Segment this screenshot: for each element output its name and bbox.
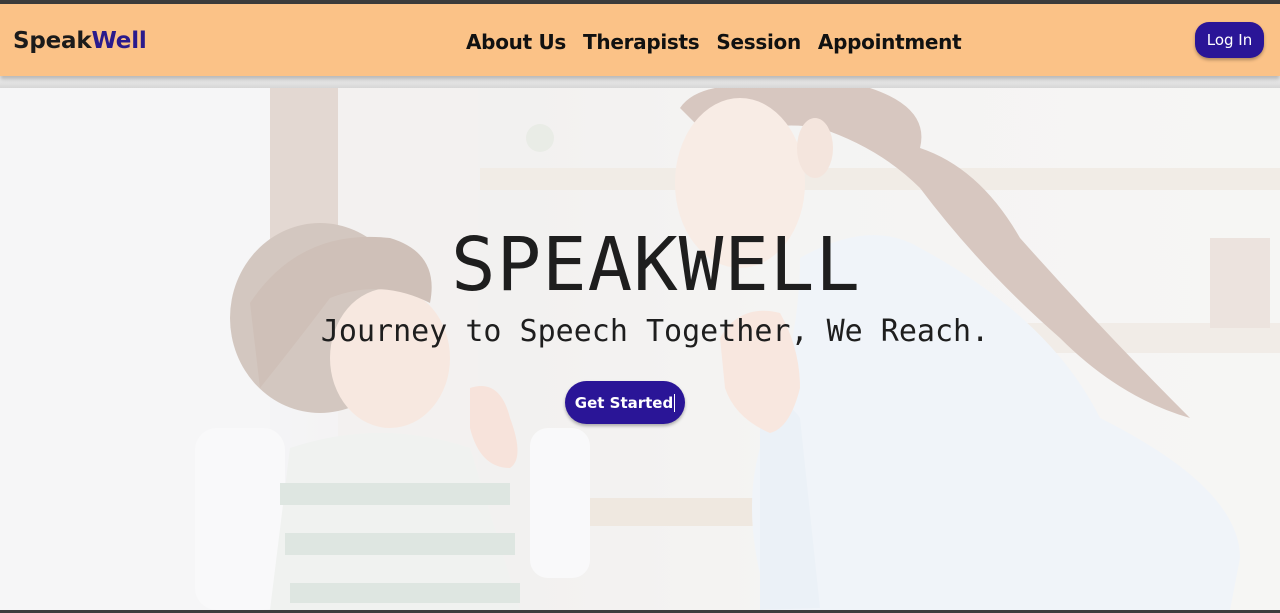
navbar: SpeakWell About Us Therapists Session Ap… <box>0 4 1280 76</box>
login-button[interactable]: Log In <box>1195 22 1264 58</box>
brand-name-part2: Well <box>91 28 147 54</box>
nav-link-session[interactable]: Session <box>716 30 801 54</box>
nav-link-about-us[interactable]: About Us <box>466 30 566 54</box>
nav-link-therapists[interactable]: Therapists <box>583 30 700 54</box>
brand-logo[interactable]: SpeakWell <box>13 28 147 54</box>
hero-subtitle: Journey to Speech Together, We Reach. <box>320 314 990 349</box>
text-caret <box>674 393 676 412</box>
get-started-button[interactable]: Get Started <box>565 381 685 424</box>
brand-name-part1: Speak <box>13 28 92 54</box>
nav-link-appointment[interactable]: Appointment <box>818 30 962 54</box>
hero-background-photo <box>0 88 1280 610</box>
get-started-label: Get Started <box>574 393 674 412</box>
hero-title: SPEAKWELL <box>451 222 861 308</box>
navbar-divider <box>0 76 1280 88</box>
nav-links: About Us Therapists Session Appointment <box>466 30 962 54</box>
hero-section: SPEAKWELL Journey to Speech Together, We… <box>0 88 1280 610</box>
